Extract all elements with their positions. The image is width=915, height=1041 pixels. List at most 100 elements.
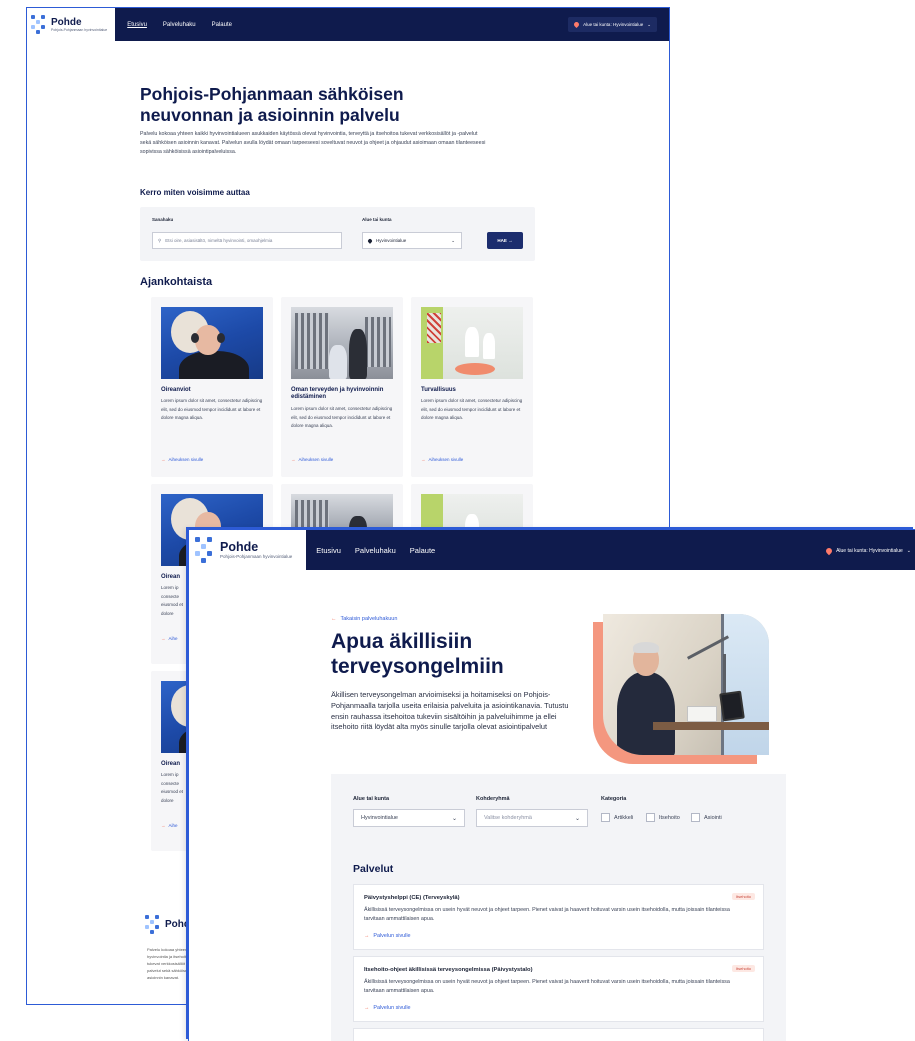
page-intro: Äkillisen terveysongelman arvioimiseksi … <box>331 690 569 732</box>
logo-mark-icon <box>31 14 45 35</box>
brand-name: Pohde <box>51 17 82 28</box>
card-link-label: Aiheuksen sivulle <box>298 457 334 462</box>
back-link[interactable]: ← Takaisin palveluhakuun <box>331 616 397 622</box>
location-pin-icon <box>573 20 581 29</box>
card-title: Oireanviot <box>161 387 191 393</box>
category-label: Asiointi <box>704 814 722 821</box>
services-section: Palvelut Päivystyshelppi (CE) (Terveysky… <box>331 850 786 1041</box>
chevron-down-icon: ⌄ <box>906 548 911 554</box>
category-checkbox-itsehoito[interactable]: Itsehoito <box>646 813 680 822</box>
search-icon: ⚲ <box>158 237 162 243</box>
arrow-right-icon: → <box>364 1005 370 1011</box>
search-panel: Sanahaku ⚲ Etsi oire, asiasisältö, nimel… <box>140 207 535 261</box>
service-title: Itsehoito-ohjeet äkillisissä terveysonge… <box>364 967 533 973</box>
nav-link-palaute[interactable]: Palaute <box>212 22 232 28</box>
card-text: Lorem ip consecte eiusmod et dolore <box>161 585 184 616</box>
search-heading: Kerro miten voisimme auttaa <box>140 188 250 197</box>
hero-description: Palvelu kokoaa yhteen kaikki hyvinvointi… <box>140 131 486 156</box>
page-title: Apua äkillisiin terveysongelmiin <box>331 630 504 678</box>
news-card[interactable]: Oireanviot Lorem ipsum dolor sit amet, c… <box>151 297 273 477</box>
card-link[interactable]: → Aihe <box>161 823 178 828</box>
brand-logo[interactable]: Pohde Pohjois-Pohjanmaan hyvinvointialue <box>27 8 116 41</box>
region-select[interactable]: Hyvinvointialue ⌄ <box>362 232 462 249</box>
back-link-label: Takaisin palveluhakuun <box>340 616 398 622</box>
card-title: Turvallisuus <box>421 387 456 393</box>
region-filter-value: Hyvinvointialue <box>361 815 398 821</box>
service-badge: Itsehoito <box>731 893 755 900</box>
region-label: Alue tai kunta <box>362 217 392 222</box>
checkbox-box[interactable] <box>691 813 700 822</box>
group-filter-placeholder: Valitse kohderyhmä <box>484 815 532 821</box>
card-text: Lorem ipsum dolor sit amet, consectetur … <box>421 398 523 420</box>
checkbox-box[interactable] <box>601 813 610 822</box>
page-title: Pohjois-Pohjanmaan sähköisen neuvonnan j… <box>140 84 404 125</box>
arrow-right-icon: → <box>291 457 296 462</box>
brand-tagline: Pohjois-Pohjanmaan hyvinvointialue <box>220 554 293 559</box>
nav-link-palaute[interactable]: Palaute <box>410 546 435 555</box>
chevron-down-icon: ⌄ <box>574 815 580 822</box>
top-navbar: Pohde Pohjois-Pohjanmaan hyvinvointialue… <box>27 8 669 41</box>
arrow-right-icon: → <box>421 457 426 462</box>
card-link-label: Aiheuksen sivulle <box>428 457 464 462</box>
foreground-page-service: Pohde Pohjois-Pohjanmaan hyvinvointialue… <box>188 529 915 1041</box>
location-pin-icon <box>824 546 834 556</box>
card-link-label: Aihe <box>168 636 178 641</box>
region-filter-select[interactable]: Hyvinvointialue ⌄ <box>353 809 465 827</box>
nav-link-etusivu[interactable]: Etusivu <box>127 22 147 28</box>
chevron-down-icon: ⌄ <box>647 21 651 27</box>
logo-mark-icon <box>195 537 212 563</box>
brand-logo[interactable]: Pohde Pohjois-Pohjanmaan hyvinvointialue <box>189 530 307 570</box>
category-checkbox-asiointi[interactable]: Asiointi <box>691 813 722 822</box>
service-link[interactable]: → Palvelun sivulle <box>364 1005 411 1011</box>
filter-panel: Alue tai kunta Hyvinvointialue ⌄ Kohdery… <box>331 774 786 850</box>
services-heading: Palvelut <box>353 863 394 875</box>
nav-link-etusivu[interactable]: Etusivu <box>316 546 341 555</box>
arrow-right-icon: → <box>508 238 513 243</box>
news-card[interactable]: Turvallisuus Lorem ipsum dolor sit amet,… <box>411 297 533 477</box>
card-link[interactable]: → Aiheuksen sivulle <box>161 457 203 462</box>
news-card[interactable]: Oman terveyden ja hyvinvoinnin edistämin… <box>281 297 403 477</box>
card-image <box>291 307 393 379</box>
logo-mark-icon <box>145 914 159 935</box>
category-checkbox-artikkeli[interactable]: Artikkeli <box>601 813 633 822</box>
card-image <box>161 307 263 379</box>
top-navbar: Pohde Pohjois-Pohjanmaan hyvinvointialue… <box>189 530 915 570</box>
card-link[interactable]: → Aihe <box>161 636 178 641</box>
card-link-label: Aihe <box>168 823 178 828</box>
brand-tagline: Pohjois-Pohjanmaan hyvinvointialue <box>51 28 108 32</box>
service-card[interactable]: Päivystyshelppi (CE) (Terveyskylä) Itseh… <box>353 884 764 950</box>
group-filter-label: Kohderyhmä <box>476 796 510 802</box>
brand-name: Pohde <box>220 540 259 554</box>
chevron-down-icon: ⌄ <box>451 237 455 243</box>
checkbox-box[interactable] <box>646 813 655 822</box>
service-badge: Itsehoito <box>731 965 755 972</box>
service-card[interactable] <box>353 1028 764 1041</box>
card-title: Oman terveyden ja hyvinvoinnin edistämin… <box>291 387 384 400</box>
search-button[interactable]: HAE → <box>487 232 523 249</box>
arrow-right-icon: → <box>161 457 166 462</box>
region-selector-button[interactable]: Alue tai kunta: Hyvinvointialue ⌄ <box>568 17 657 32</box>
search-input[interactable]: ⚲ Etsi oire, asiasisältö, nimeltä hyvinv… <box>152 232 342 249</box>
nav-link-palveluhaku[interactable]: Palveluhaku <box>355 546 396 555</box>
service-card[interactable]: Itsehoito-ohjeet äkillisissä terveysonge… <box>353 956 764 1022</box>
arrow-right-icon: → <box>161 823 166 828</box>
card-image <box>421 307 523 379</box>
arrow-right-icon: → <box>161 636 166 641</box>
region-filter-label: Alue tai kunta <box>353 796 390 802</box>
region-selector-label: Alue tai kunta: Hyvinvointialue <box>583 22 644 27</box>
category-label: Artikkeli <box>614 814 634 821</box>
search-placeholder: Etsi oire, asiasisältö, nimeltä hyvinvoi… <box>165 238 273 243</box>
service-description: Äkillisissä terveysongelmissa on usein h… <box>364 907 730 922</box>
region-selector-button[interactable]: Alue tai kunta: Hyvinvointialue ⌄ <box>822 544 915 558</box>
hero-image <box>593 614 769 764</box>
card-link[interactable]: → Aiheuksen sivulle <box>421 457 463 462</box>
card-link-label: Aiheuksen sivulle <box>168 457 204 462</box>
group-filter-select[interactable]: Valitse kohderyhmä ⌄ <box>476 809 588 827</box>
nav-link-palveluhaku[interactable]: Palveluhaku <box>163 22 196 28</box>
service-link[interactable]: → Palvelun sivulle <box>364 933 411 939</box>
service-description: Äkillisissä terveysongelmissa on usein h… <box>364 979 730 994</box>
card-link[interactable]: → Aiheuksen sivulle <box>291 457 333 462</box>
card-text: Lorem ip consecte eiusmod et dolore <box>161 772 184 803</box>
category-filter-label: Kategoria <box>601 796 627 802</box>
service-link-label: Palvelun sivulle <box>373 1005 411 1011</box>
